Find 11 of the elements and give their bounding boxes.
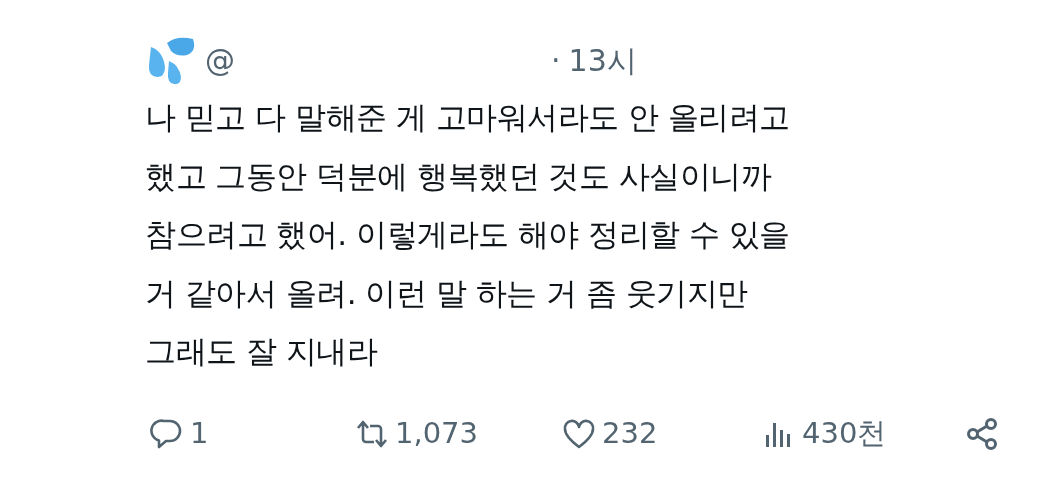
user-handle[interactable]: @ (205, 37, 235, 83)
post-time[interactable]: 13시 (568, 37, 637, 83)
separator-dot: · (551, 41, 561, 80)
reply-button[interactable]: 1 (150, 411, 209, 456)
post-text: 나 믿고 다 말해준 게 고마워서라도 안 올리려고 했고 그동안 덕분에 행복했던 것도 사실이니까 참으려고 했어. 이렇게라도 해야 정리할 수 있을 거 같아서 올려. 이런 말 하는 거 좀 웃기지만 그래도 잘 지내라 (145, 98, 791, 371)
share-icon (965, 416, 999, 451)
reply-icon (150, 416, 184, 451)
share-button[interactable] (965, 416, 999, 451)
views-button[interactable]: 430천 (762, 411, 887, 456)
like-button[interactable]: 232 (562, 411, 658, 456)
retweet-button[interactable]: 1,073 (355, 411, 479, 456)
